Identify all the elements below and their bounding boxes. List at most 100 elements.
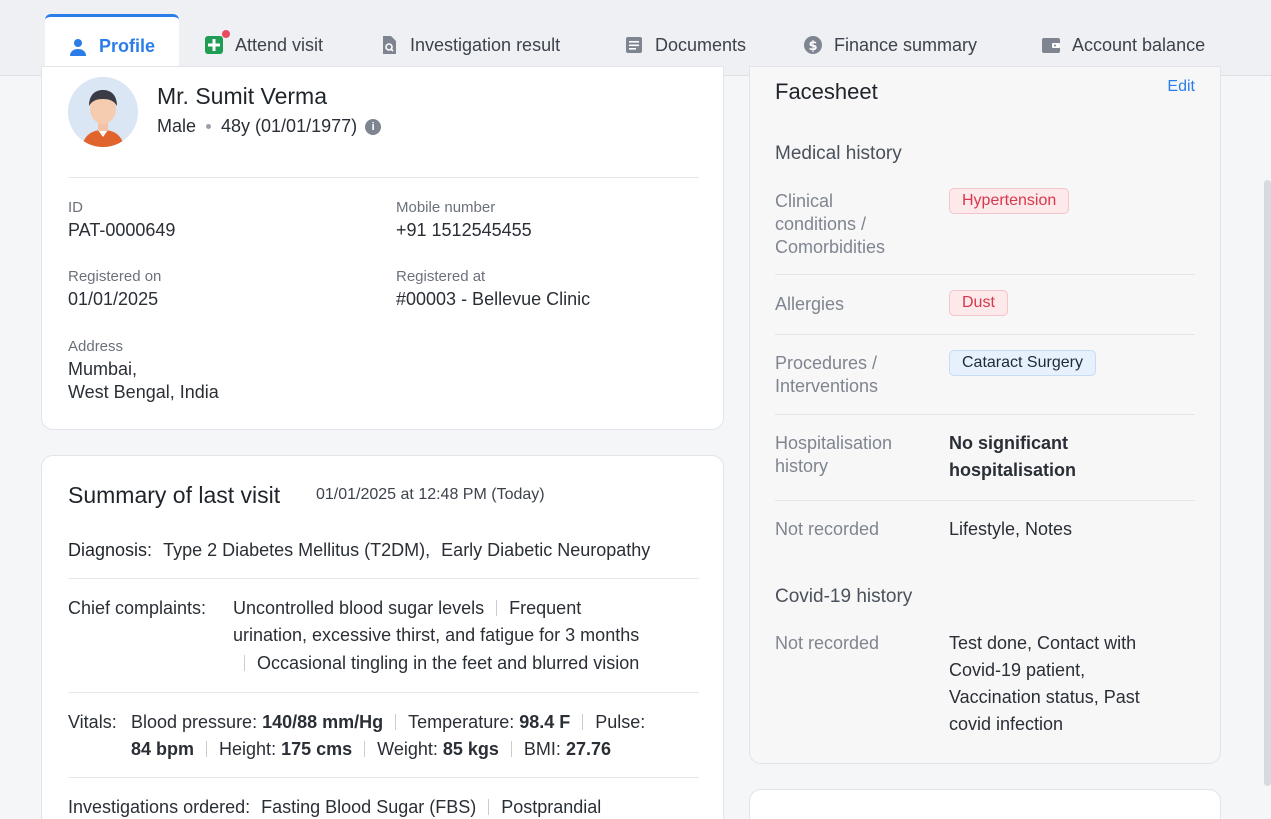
id-value: PAT-0000649 [68,220,176,240]
registered-at-label: Registered at [396,268,486,285]
value-line: Covid-19 patient, [949,660,1086,680]
id-label: ID [68,199,83,216]
dollar-coin-icon: $ [802,34,824,56]
divider [775,500,1195,501]
tab-label: Attend visit [235,34,324,55]
separator-dot [206,124,212,129]
document-icon [623,34,645,56]
bp-value: 140/88 mm/Hg [262,712,384,732]
complaints-line-1: Uncontrolled blood sugar levels Frequent [233,595,703,622]
allergies-label: Allergies [775,294,845,314]
label-line: Comorbidities [775,237,886,257]
investigations-row: Investigations ordered: Fasting Blood Su… [68,794,601,819]
height-label: Height: [219,739,277,759]
covid-history-heading: Covid-19 history [775,586,913,607]
info-icon[interactable]: i [365,118,382,135]
notification-dot [222,30,230,38]
next-card [749,789,1221,819]
divider [775,334,1195,335]
svg-text:$: $ [808,39,817,54]
investigation-item: Fasting Blood Sugar (FBS) [261,797,477,817]
summary-date: 01/01/2025 at 12:48 PM (Today) [316,486,545,503]
procedures-label: Procedures / Interventions [775,352,925,398]
value-line: Test done, Contact with [949,633,1137,653]
patient-age-dob: 48y (01/01/1977) [221,116,358,136]
weight-label: Weight: [377,739,438,759]
hypertension-chip: Hypertension [949,188,1070,214]
label-line: Clinical [775,191,834,211]
label-line: Hospitalisation [775,433,893,453]
patient-card: Mr. Sumit Verma Male 48y (01/01/1977) i … [41,66,724,430]
patient-meta: Male 48y (01/01/1977) i [157,116,382,137]
not-recorded-value: Lifestyle, Notes [949,519,1073,539]
registered-on-value: 01/01/2025 [68,289,159,309]
divider [775,274,1195,275]
covid-not-recorded-label: Not recorded [775,633,880,653]
diagnosis-item: Early Diabetic Neuropathy [441,540,651,560]
tab-label: Finance summary [834,34,978,55]
separator [364,741,366,757]
separator [206,741,208,757]
value-line: Vaccination status, Past [949,687,1140,707]
complaint-item: Occasional tingling in the feet and blur… [257,653,640,673]
label-line: conditions / [775,214,867,234]
vitals-label: Vitals: [68,712,117,732]
separator [496,600,498,616]
label-line: history [775,456,829,476]
mobile-value: +91 1512545455 [396,220,532,240]
temp-value: 98.4 F [519,712,571,732]
complaint-item: Uncontrolled blood sugar levels [233,598,485,618]
pulse-label: Pulse: [595,712,646,732]
pulse-value: 84 bpm [131,739,195,759]
separator [244,655,245,671]
tab-bar: Profile Attend visit Investigation resul… [0,0,1271,76]
summary-title: Summary of last visit [68,482,281,508]
value-line: covid infection [949,714,1064,734]
investigations-label: Investigations ordered: [68,797,251,817]
hospitalisation-label: Hospitalisation history [775,432,925,478]
hospitalisation-value: No significant hospitalisation [949,430,1179,484]
tab-label: Profile [99,36,156,56]
facesheet-title: Facesheet [775,79,878,104]
investigation-item: Postprandial [501,797,602,817]
value-line: No significant [949,433,1069,453]
covid-not-recorded-value: Test done, Contact with Covid-19 patient… [949,630,1179,738]
edit-link[interactable]: Edit [1167,78,1195,96]
vitals-line-1: Blood pressure: 140/88 mm/Hg Temperature:… [131,709,701,736]
scrollbar[interactable] [1264,180,1271,786]
bp-label: Blood pressure: [131,712,258,732]
registered-on-label: Registered on [68,268,162,285]
separator [510,741,512,757]
address-label: Address [68,338,124,355]
divider [68,578,699,579]
tab-label: Investigation result [410,34,561,55]
registered-at-value: #00003 - Bellevue Clinic [396,289,591,309]
label-line: Procedures / [775,353,878,373]
patient-name: Mr. Sumit Verma [157,83,327,109]
mobile-label: Mobile number [396,199,496,216]
medical-plus-icon [203,30,230,56]
bmi-value: 27.76 [565,739,611,759]
diagnosis-item: Type 2 Diabetes Mellitus (T2DM), [163,540,431,560]
label-line: Interventions [775,376,879,396]
complaints-line-2: urination, excessive thirst, and fatigue… [233,625,640,645]
complaints-label: Chief complaints: [68,598,207,618]
address-line-2: West Bengal, India [68,382,219,402]
tab-label: Account balance [1072,34,1206,55]
divider [68,177,699,178]
address-line-1: Mumbai, [68,359,138,379]
height-value: 175 cms [281,739,353,759]
vitals-line-2: 84 bpm Height: 175 cms Weight: 85 kgs BMI: … [131,736,701,763]
complaints-line-3: Occasional tingling in the feet and blur… [233,650,639,677]
patient-gender: Male [157,116,197,136]
medical-history-heading: Medical history [775,143,902,164]
avatar [68,77,138,147]
separator [395,714,397,730]
clinical-conditions-label: Clinical conditions / Comorbidities [775,190,925,259]
diagnosis-label: Diagnosis: [68,540,153,560]
tab-label: Documents [655,34,747,55]
separator [488,799,490,815]
search-document-icon [378,34,400,56]
summary-card: Summary of last visit 01/01/2025 at 12:4… [41,455,724,819]
divider [68,777,699,778]
